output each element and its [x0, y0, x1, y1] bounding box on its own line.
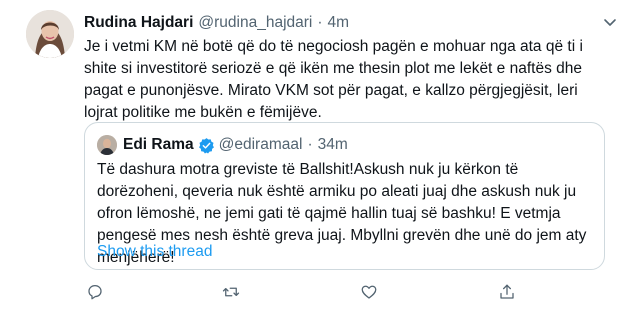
quoted-tweet[interactable]: Edi Rama @ediramaal · 34m Të dashura mot… [84, 122, 605, 270]
quote-header: Edi Rama @ediramaal · 34m [123, 134, 348, 156]
quote-author-handle[interactable]: @ediramaal [219, 136, 303, 154]
quote-timestamp[interactable]: 34m [318, 136, 348, 154]
verified-badge-icon [198, 137, 214, 154]
tweet-timestamp[interactable]: 4m [328, 14, 350, 32]
author-avatar-image [26, 10, 74, 58]
quote-author-avatar-image [97, 135, 117, 155]
author-avatar[interactable] [26, 10, 74, 58]
heart-icon [361, 285, 377, 299]
quote-author-name[interactable]: Edi Rama [123, 136, 194, 154]
tweet-header: Rudina Hajdari @rudina_hajdari · 4m [84, 12, 349, 34]
quote-header-separator: · [307, 136, 313, 153]
reply-icon [88, 284, 102, 300]
share-icon [500, 284, 514, 299]
share-button[interactable] [496, 281, 518, 303]
tweet[interactable]: Rudina Hajdari @rudina_hajdari · 4m Je i… [0, 0, 640, 310]
tweet-actions [84, 281, 604, 303]
tweet-text: Je i vetmi KM në botë që do të negociosh… [84, 38, 583, 121]
like-button[interactable] [358, 281, 380, 303]
quote-author-avatar[interactable] [97, 135, 117, 155]
more-options-chevron-icon[interactable] [602, 14, 618, 30]
author-handle[interactable]: @rudina_hajdari [198, 14, 312, 32]
reply-button[interactable] [84, 281, 106, 303]
retweet-button[interactable] [220, 281, 242, 303]
header-separator: · [317, 14, 323, 31]
show-thread-link[interactable]: Show this thread [97, 243, 212, 261]
author-name[interactable]: Rudina Hajdari [84, 14, 193, 32]
retweet-icon [222, 287, 240, 297]
